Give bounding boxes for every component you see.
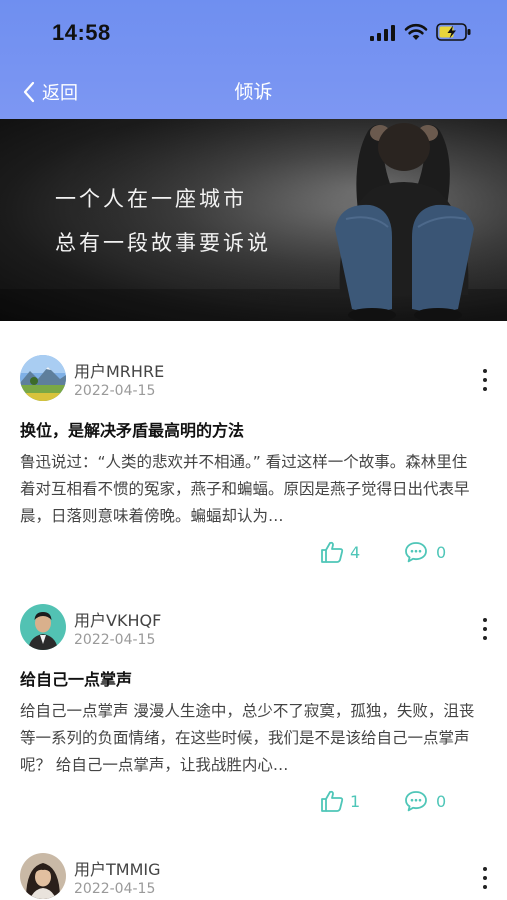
post-card[interactable]: 用户MRHRE 2022-04-15 换位，是解决矛盾最高明的方法 鲁迅说过：“… xyxy=(0,355,507,605)
banner-text-line-2: 总有一段故事要诉说 xyxy=(55,231,271,255)
cellular-signal-icon xyxy=(370,25,395,41)
post-card[interactable]: 用户VKHQF 2022-04-15 给自己一点掌声 给自己一点掌声 漫漫人生途… xyxy=(0,604,507,854)
avatar-person-image xyxy=(20,604,66,650)
comment-button[interactable]: 0 xyxy=(404,541,446,563)
banner-text-line-1: 一个人在一座城市 xyxy=(55,187,247,211)
comment-count: 0 xyxy=(436,542,447,562)
avatar[interactable] xyxy=(20,604,66,650)
username[interactable]: 用户TMMIG xyxy=(74,856,161,880)
more-options-button[interactable] xyxy=(478,367,492,393)
more-options-button[interactable] xyxy=(478,865,492,891)
username[interactable]: 用户VKHQF xyxy=(74,607,161,631)
chat-bubble-icon xyxy=(405,542,427,563)
thumbs-up-icon xyxy=(321,541,344,563)
banner-image xyxy=(0,119,507,321)
like-button[interactable]: 1 xyxy=(320,790,360,812)
post-date: 2022-04-15 xyxy=(74,383,156,399)
post-excerpt[interactable]: 给自己一点掌声 漫漫人生途中，总少不了寂寞，孤独，失败，沮丧等一系列的负面情绪，… xyxy=(20,698,482,779)
post-card[interactable]: 用户TMMIG 2022-04-15 xyxy=(0,853,507,900)
username[interactable]: 用户MRHRE xyxy=(74,358,164,382)
like-count: 1 xyxy=(350,791,361,811)
comment-button[interactable]: 0 xyxy=(404,790,446,812)
avatar-person-image xyxy=(20,853,66,899)
wifi-icon xyxy=(404,23,428,40)
avatar-landscape-image xyxy=(20,355,66,401)
post-date: 2022-04-15 xyxy=(74,632,156,648)
like-count: 4 xyxy=(350,542,361,562)
post-title[interactable]: 换位，是解决矛盾最高明的方法 xyxy=(20,417,244,441)
status-time: 14:58 xyxy=(52,20,111,45)
more-options-button[interactable] xyxy=(478,616,492,642)
comment-count: 0 xyxy=(436,791,447,811)
post-excerpt[interactable]: 鲁迅说过：“人类的悲欢并不相通。” 看过这样一个故事。森林里住着对互相看不惯的冤… xyxy=(20,449,482,530)
post-title[interactable]: 给自己一点掌声 xyxy=(20,666,132,690)
nav-bar: 返回 倾诉 xyxy=(0,70,507,119)
avatar[interactable] xyxy=(20,355,66,401)
more-vertical-icon xyxy=(483,867,487,871)
battery-charging-icon xyxy=(436,23,471,41)
thumbs-up-icon xyxy=(321,790,344,812)
like-button[interactable]: 4 xyxy=(320,541,360,563)
avatar[interactable] xyxy=(20,853,66,899)
status-bar: 14:58 xyxy=(0,0,507,70)
page-title: 倾诉 xyxy=(234,81,273,103)
chat-bubble-icon xyxy=(405,791,427,812)
banner[interactable]: 一个人在一座城市 总有一段故事要诉说 xyxy=(0,119,507,321)
more-vertical-icon xyxy=(483,618,487,622)
header: 14:58 返回 倾诉 xyxy=(0,0,507,119)
post-date: 2022-04-15 xyxy=(74,881,156,897)
more-vertical-icon xyxy=(483,369,487,373)
